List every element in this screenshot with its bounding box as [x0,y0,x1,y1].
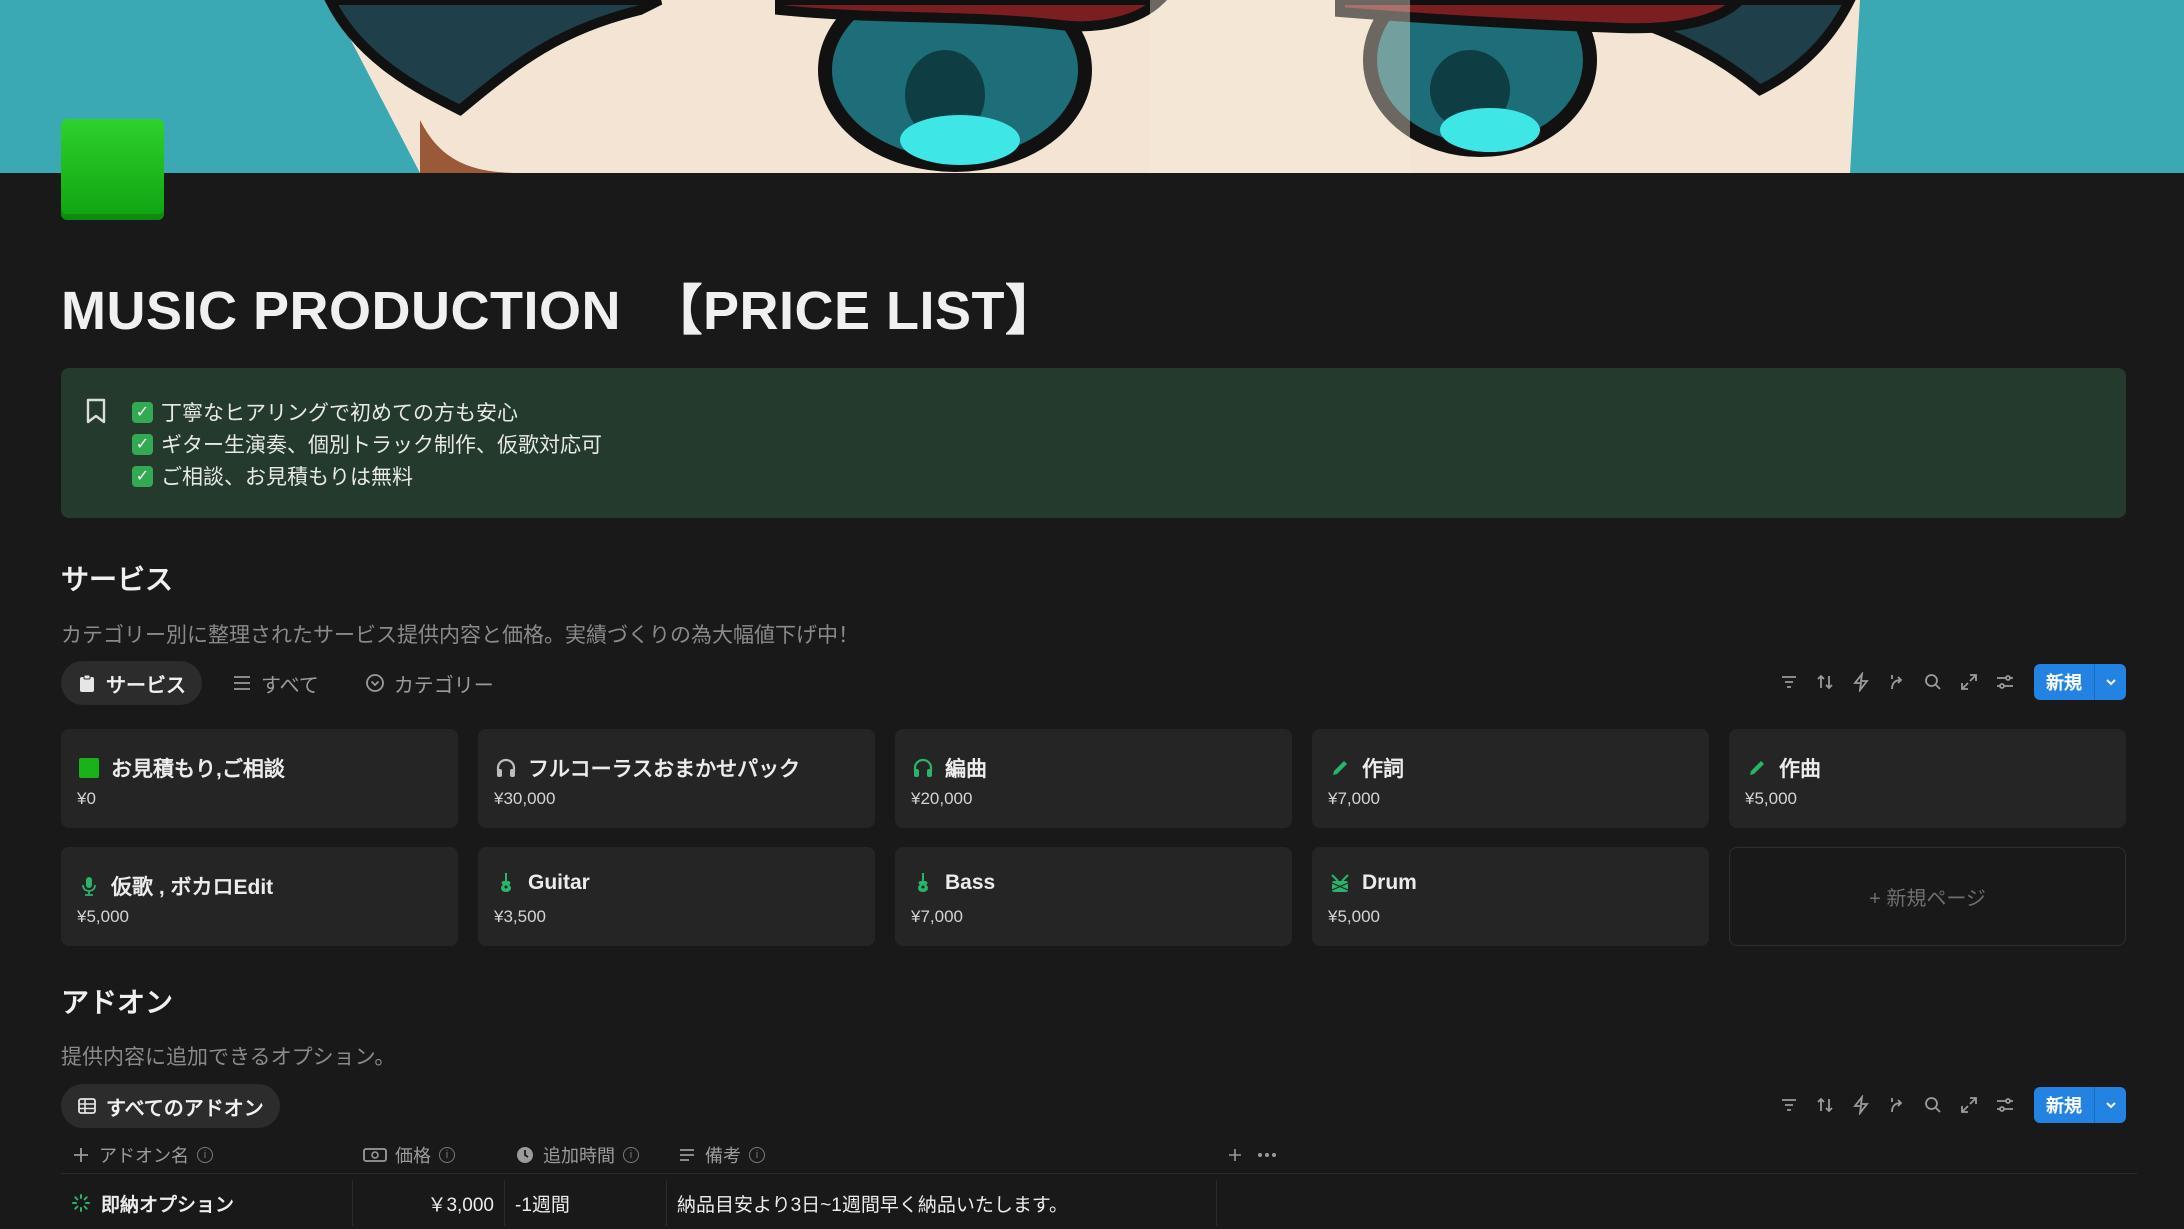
info-icon: i [439,1146,455,1163]
more-options-button[interactable] [1247,1136,1287,1174]
callout-line: ✓ 丁寧なヒアリングで初めての方も安心 [130,396,602,428]
info-icon: i [623,1146,639,1163]
services-toolbar: 新規 [1778,664,2126,700]
new-page-button[interactable]: + 新規ページ [1729,847,2126,946]
service-card[interactable]: Guitar ¥3,500 [478,847,875,946]
column-header-addon-name[interactable]: アドオン名 i [61,1136,353,1174]
addons-table-header: アドオン名 i 価格 i 追加時間 i 備考 i [61,1136,2137,1174]
pencil-icon [1745,756,1769,780]
services-new-button[interactable]: 新規 [2034,664,2126,700]
services-description: カテゴリー別に整理されたサービス提供内容と価格。実績づくりの為大幅値下げ中！ [61,624,859,647]
drum-icon [1328,871,1352,895]
addons-description: 提供内容に追加できるオプション。 [61,1046,396,1069]
cell-price[interactable]: ￥3,000 [353,1180,505,1226]
services-view-tabs: サービス すべて カテゴリー [61,661,510,705]
addons-toolbar: 新規 [1778,1087,2126,1123]
service-card[interactable]: Drum ¥5,000 [1312,847,1709,946]
table-row[interactable]: 即納オプション ￥3,000 -1週間 納品目安より3日~1週間早く納品いたしま… [61,1180,1217,1226]
cell-added-time[interactable]: -1週間 [505,1180,667,1226]
filter-icon[interactable] [1778,1094,1800,1116]
tab-services[interactable]: サービス [61,661,202,705]
tab-category[interactable]: カテゴリー [349,661,510,705]
service-card[interactable]: 作曲 ¥5,000 [1729,729,2126,828]
info-icon: i [749,1146,765,1163]
chevron-circle-icon [365,674,384,692]
text-lines-icon [680,1148,694,1161]
sort-icon[interactable] [1814,671,1836,693]
guitar-icon [494,871,518,895]
pencil-icon [1328,756,1352,780]
service-card[interactable]: 編曲 ¥20,000 [895,729,1292,828]
chevron-down-icon[interactable] [2094,1087,2126,1123]
clock-icon [517,1146,533,1163]
table-icon [78,1098,96,1114]
expand-icon[interactable] [1958,1094,1980,1116]
service-card[interactable]: 仮歌 , ボカロEdit ¥5,000 [61,847,458,946]
cover-illustration [0,0,2184,173]
service-card[interactable]: 作詞 ¥7,000 [1312,729,1709,828]
page-cover [0,0,2184,173]
add-column-button[interactable] [1217,1136,1247,1174]
guitar-icon [911,871,935,895]
expand-icon[interactable] [1958,671,1980,693]
column-header-added-time[interactable]: 追加時間 i [505,1136,667,1174]
list-icon [234,676,250,690]
column-header-notes[interactable]: 備考 i [667,1136,1217,1174]
plus-title-icon [74,1147,88,1162]
service-card[interactable]: お見積もり,ご相談 ¥0 [61,729,458,828]
headphones-icon [494,756,518,780]
addons-heading: アドオン [61,987,174,1018]
lightning-icon[interactable] [1850,1094,1872,1116]
checkmark-icon: ✓ [132,401,153,423]
settings-sliders-icon[interactable] [1994,671,2016,693]
addons-new-button[interactable]: 新規 [2034,1087,2126,1123]
lightning-icon[interactable] [1850,671,1872,693]
page-title: MUSIC PRODUCTION 【PRICE LIST】 [61,281,1060,341]
callout-line: ✓ ご相談、お見積もりは無料 [130,460,602,492]
microphone-icon [77,874,101,898]
plus-icon [1229,1148,1241,1161]
ellipsis-icon [1258,1152,1276,1157]
headphones-icon [911,756,935,780]
cell-addon-name[interactable]: 即納オプション [61,1180,353,1226]
branch-icon[interactable] [1886,671,1908,693]
column-header-price[interactable]: 価格 i [353,1136,505,1174]
page-icon-green-square[interactable] [61,119,164,220]
callout-box: ✓ 丁寧なヒアリングで初めての方も安心 ✓ ギター生演奏、個別トラック制作、仮歌対応… [61,368,2126,518]
services-heading: サービス [61,564,174,595]
search-icon[interactable] [1922,1094,1944,1116]
chevron-down-icon[interactable] [2094,664,2126,700]
addons-view-tabs: すべてのアドオン [61,1084,280,1128]
bookmark-icon [86,398,106,424]
filter-icon[interactable] [1778,671,1800,693]
search-icon[interactable] [1922,671,1944,693]
sort-icon[interactable] [1814,1094,1836,1116]
clipboard-icon [80,674,94,692]
tab-all-addons[interactable]: すべてのアドオン [61,1084,280,1128]
info-icon: i [197,1146,213,1163]
branch-icon[interactable] [1886,1094,1908,1116]
service-card[interactable]: Bass ¥7,000 [895,847,1292,946]
loading-spinner-icon [72,1194,90,1212]
cell-notes[interactable]: 納品目安より3日~1週間早く納品いたします。 [667,1180,1217,1226]
settings-sliders-icon[interactable] [1994,1094,2016,1116]
tab-all[interactable]: すべて [216,661,335,705]
checkmark-icon: ✓ [132,465,153,487]
callout-line: ✓ ギター生演奏、個別トラック制作、仮歌対応可 [130,428,602,460]
checkmark-icon: ✓ [132,433,153,455]
green-square-icon [77,756,101,780]
service-card[interactable]: フルコーラスおまかせパック ¥30,000 [478,729,875,828]
money-icon [363,1147,387,1162]
